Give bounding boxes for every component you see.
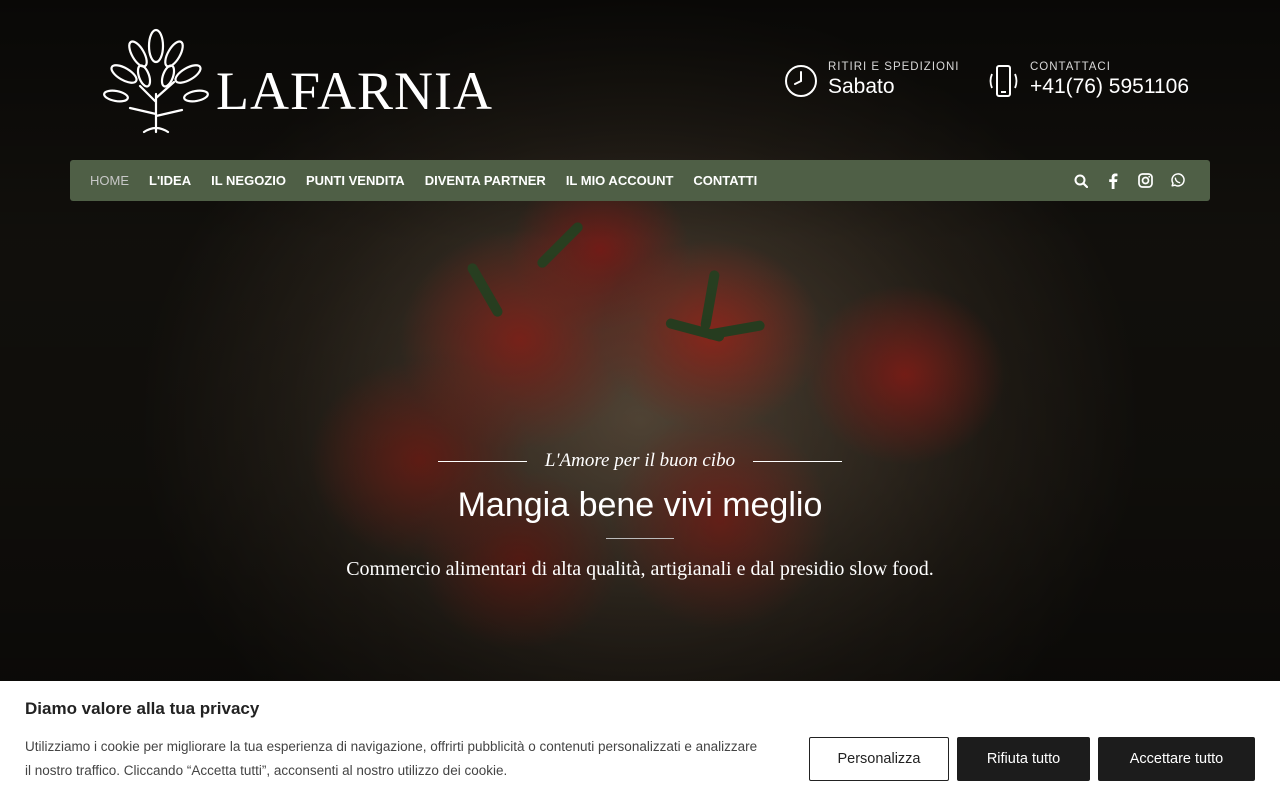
nav-item-home[interactable]: HOME xyxy=(90,173,129,188)
nav-item-punti-vendita[interactable]: PUNTI VENDITA xyxy=(306,173,405,188)
reject-all-button[interactable]: Rifiuta tutto xyxy=(957,737,1090,781)
nav-item-diventa-partner[interactable]: DIVENTA PARTNER xyxy=(425,173,546,188)
instagram-icon[interactable] xyxy=(1136,172,1154,190)
tagline-divider-right xyxy=(753,460,842,462)
contact-label: CONTATTACI xyxy=(1030,61,1111,73)
hero-tagline-row: L'Amore per il buon cibo xyxy=(438,450,842,472)
hero-subline: Commercio alimentari di alta qualità, ar… xyxy=(346,558,934,580)
phone-icon xyxy=(989,65,1018,97)
hero-tagline: L'Amore per il buon cibo xyxy=(544,450,736,471)
nav-item-idea[interactable]: L'IDEA xyxy=(149,173,191,188)
pickup-value: Sabato xyxy=(828,75,895,98)
main-navigation: HOME L'IDEA IL NEGOZIO PUNTI VENDITA DIV… xyxy=(70,160,1210,201)
contact-phone[interactable]: +41(76) 5951106 xyxy=(1030,74,1189,100)
brand-name: LAFARNIA xyxy=(216,61,493,121)
facebook-icon[interactable] xyxy=(1104,172,1122,190)
nav-item-contatti[interactable]: CONTATTI xyxy=(693,173,757,188)
contact-info[interactable]: CONTATTACI +41(76) 5951106 xyxy=(986,60,1189,100)
tree-logo-icon xyxy=(103,28,209,134)
cookie-title: Diamo valore alla tua privacy xyxy=(25,699,260,718)
customize-button[interactable]: Personalizza xyxy=(809,737,949,781)
cookie-banner: Diamo valore alla tua privacy Utilizziam… xyxy=(0,681,1280,800)
site-logo[interactable]: LAFARNIA xyxy=(100,24,493,136)
whatsapp-icon[interactable] xyxy=(1168,172,1186,190)
search-icon[interactable] xyxy=(1072,172,1090,190)
nav-item-mio-account[interactable]: IL MIO ACCOUNT xyxy=(566,173,674,188)
nav-icon-group xyxy=(1072,160,1186,201)
pickup-info: RITIRI E SPEDIZIONI Sabato xyxy=(784,60,959,100)
headline-divider xyxy=(606,538,674,539)
accept-all-button[interactable]: Accettare tutto xyxy=(1098,737,1255,781)
hero-headline: Mangia bene vivi meglio xyxy=(457,486,823,524)
tagline-divider-left xyxy=(438,460,527,462)
cookie-text: Utilizziamo i cookie per migliorare la t… xyxy=(25,739,758,778)
nav-item-negozio[interactable]: IL NEGOZIO xyxy=(211,173,286,188)
clock-icon xyxy=(785,65,817,97)
pickup-label: RITIRI E SPEDIZIONI xyxy=(828,61,960,73)
